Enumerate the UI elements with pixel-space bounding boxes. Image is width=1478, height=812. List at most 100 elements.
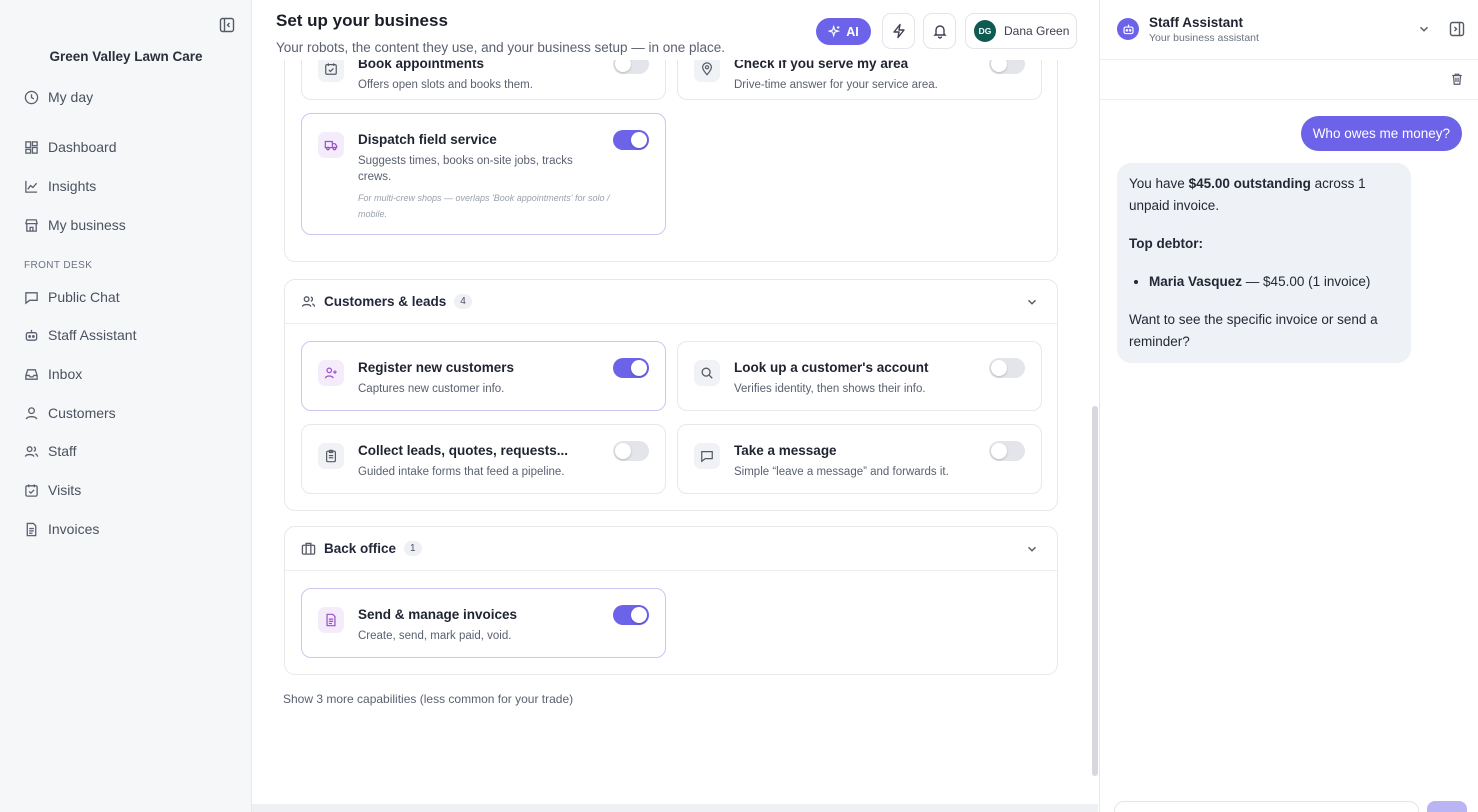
- capability-card-collect-leads[interactable]: Collect leads, quotes, requests... Guide…: [301, 424, 666, 494]
- capability-toggle[interactable]: [613, 605, 649, 625]
- chevron-down-icon[interactable]: [1417, 22, 1431, 36]
- notifications-button[interactable]: [923, 13, 956, 49]
- chat-header: Staff Assistant Your business assistant: [1100, 0, 1478, 60]
- page-subtitle: Your robots, the content they use, and y…: [276, 40, 726, 55]
- capability-title: Check if you serve my area: [734, 60, 909, 71]
- invoice-icon: [318, 607, 344, 633]
- chat-icon: [24, 290, 39, 305]
- sidebar-item-my-business[interactable]: My business: [24, 214, 126, 236]
- group-title: Back office: [324, 541, 397, 556]
- chat-input[interactable]: [1114, 801, 1419, 812]
- capability-card-book-appointments[interactable]: Book appointments Offers open slots and …: [301, 60, 666, 100]
- capability-toggle[interactable]: [613, 358, 649, 378]
- user-name: Dana Green: [1004, 24, 1070, 38]
- sidebar-item-label: Inbox: [48, 366, 83, 382]
- sparkle-icon: [828, 25, 841, 38]
- sidebar-item-label: Dashboard: [48, 139, 117, 155]
- sidebar-item-label: Insights: [48, 178, 97, 194]
- chevron-down-icon[interactable]: [1025, 295, 1039, 309]
- user-menu[interactable]: DG Dana Green: [965, 13, 1077, 49]
- show-more-capabilities-link[interactable]: Show 3 more capabilities (less common fo…: [283, 692, 573, 706]
- capability-desc: Create, send, mark paid, void.: [358, 630, 512, 642]
- capability-toggle[interactable]: [613, 60, 649, 74]
- debtor-detail: — $45.00 (1 invoice): [1242, 274, 1371, 289]
- sidebar-item-insights[interactable]: Insights: [24, 175, 96, 197]
- capability-toggle[interactable]: [613, 441, 649, 461]
- search-icon: [694, 360, 720, 386]
- quick-actions-button[interactable]: [882, 13, 915, 49]
- debtor-list: Maria Vasquez — $45.00 (1 invoice): [1129, 271, 1399, 293]
- sidebar-item-staff-assistant[interactable]: Staff Assistant: [24, 324, 136, 346]
- ai-button-label: AI: [846, 24, 859, 39]
- capability-card-register-customers[interactable]: Register new customers Captures new cust…: [301, 341, 666, 411]
- capability-title: Collect leads, quotes, requests...: [358, 443, 569, 458]
- nav-section-front-desk: FRONT DESK: [24, 260, 93, 271]
- sidebar-item-label: Customers: [48, 405, 116, 421]
- send-button[interactable]: [1427, 801, 1467, 812]
- avatar: DG: [974, 20, 996, 42]
- sidebar-item-label: My day: [48, 89, 94, 105]
- chevron-down-icon[interactable]: [1025, 542, 1039, 556]
- sidebar-item-customers[interactable]: Customers: [24, 402, 116, 424]
- bot-icon: [24, 328, 39, 343]
- collapse-sidebar-icon[interactable]: [219, 17, 235, 33]
- capability-title: Look up a customer's account: [734, 360, 929, 375]
- capability-title: Book appointments: [358, 60, 485, 71]
- capability-card-service-area[interactable]: Check if you serve my area Drive-time an…: [677, 60, 1042, 100]
- capability-toggle[interactable]: [613, 130, 649, 150]
- chat-toolbar: [1100, 60, 1478, 100]
- capability-title: Dispatch field service: [358, 132, 497, 147]
- trash-icon[interactable]: [1450, 72, 1464, 86]
- user-icon: [24, 406, 39, 421]
- briefcase-icon: [301, 541, 316, 556]
- sidebar-item-dashboard[interactable]: Dashboard: [24, 136, 117, 158]
- business-name: Green Valley Lawn Care: [49, 49, 203, 64]
- sidebar-item-label: My business: [48, 217, 126, 233]
- dashboard-icon: [24, 140, 39, 155]
- sidebar-item-invoices[interactable]: Invoices: [24, 518, 99, 540]
- summary-pre: You have: [1129, 176, 1189, 191]
- clipboard-icon: [318, 443, 344, 469]
- ai-button[interactable]: AI: [816, 18, 871, 45]
- scrollbar[interactable]: [1092, 406, 1098, 776]
- group-header[interactable]: Customers & leads 4: [285, 280, 1057, 324]
- sidebar-item-label: Public Chat: [48, 289, 120, 305]
- sidebar-item-my-day[interactable]: My day: [24, 86, 93, 108]
- assistant-summary: You have $45.00 outstanding across 1 unp…: [1129, 173, 1399, 217]
- sidebar-item-inbox[interactable]: Inbox: [24, 363, 82, 385]
- capability-toggle[interactable]: [989, 358, 1025, 378]
- capability-note: For multi-crew shops — overlaps 'Book ap…: [358, 193, 610, 219]
- calendar-check-icon: [24, 483, 39, 498]
- capability-card-dispatch[interactable]: Dispatch field service Suggests times, b…: [301, 113, 666, 235]
- group-customers-leads: Customers & leads 4 Register new custome…: [284, 279, 1058, 511]
- capability-desc: Suggests times, books on-site jobs, trac…: [358, 155, 573, 183]
- assistant-closing: Want to see the specific invoice or send…: [1129, 312, 1378, 349]
- user-message: Who owes me money?: [1300, 116, 1462, 151]
- chart-icon: [24, 179, 39, 194]
- group-back-office: Back office 1 Send & manage invoices Cre…: [284, 526, 1058, 675]
- bot-icon: [1117, 18, 1139, 40]
- message-icon: [694, 443, 720, 469]
- capabilities-list: Book appointments Offers open slots and …: [252, 60, 1098, 804]
- user-plus-icon: [318, 360, 344, 386]
- capability-card-lookup-account[interactable]: Look up a customer's account Verifies id…: [677, 341, 1042, 411]
- capability-desc: Captures new customer info.: [358, 383, 505, 395]
- page-title: Set up your business: [276, 11, 448, 30]
- capability-card-invoices[interactable]: Send & manage invoices Create, send, mar…: [301, 588, 666, 658]
- sidebar-item-public-chat[interactable]: Public Chat: [24, 286, 120, 308]
- capability-toggle[interactable]: [989, 60, 1025, 74]
- group-scheduling: Book appointments Offers open slots and …: [284, 60, 1058, 262]
- users-icon: [301, 294, 316, 309]
- sidebar: Green Valley Lawn Care My day Dashboard …: [0, 0, 252, 812]
- sidebar-item-label: Staff: [48, 443, 77, 459]
- capability-card-take-message[interactable]: Take a message Simple “leave a message” …: [677, 424, 1042, 494]
- sidebar-item-visits[interactable]: Visits: [24, 479, 81, 501]
- group-header[interactable]: Back office 1: [285, 527, 1057, 571]
- inbox-icon: [24, 367, 39, 382]
- chat-subtitle: Your business assistant: [1149, 32, 1259, 44]
- bell-icon: [932, 23, 948, 39]
- capability-toggle[interactable]: [989, 441, 1025, 461]
- panel-toggle-icon[interactable]: [1449, 21, 1465, 37]
- bottom-bar: [252, 804, 1098, 812]
- sidebar-item-staff[interactable]: Staff: [24, 440, 77, 462]
